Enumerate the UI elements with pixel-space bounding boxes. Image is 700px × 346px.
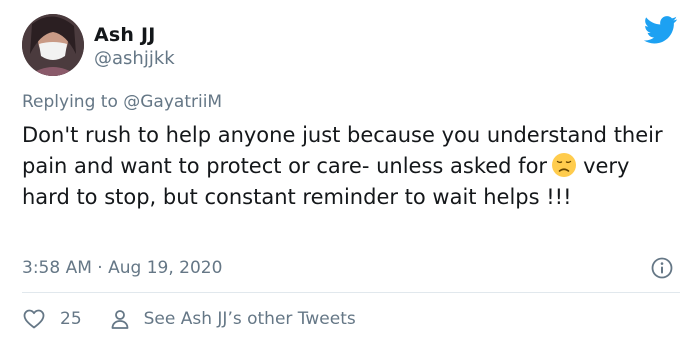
see-other-tweets-label: See Ash JJ’s other Tweets [143,309,356,329]
info-icon[interactable] [650,256,674,280]
like-count[interactable]: 25 [60,309,82,329]
person-icon [111,310,129,329]
see-other-tweets-link[interactable]: See Ash JJ’s other Tweets [108,307,356,331]
display-name[interactable]: Ash JJ [94,24,156,46]
user-handle[interactable]: @ashjjkk [94,48,175,69]
embedded-tweet: Ash JJ @ashjjkk Replying to @GayatriiM D… [0,0,700,346]
heart-icon[interactable] [22,307,46,331]
reply-mention-link[interactable]: @GayatriiM [123,92,222,112]
tweet-text: Don't rush to help anyone just because y… [22,120,682,213]
tweet-time: 3:58 AM [22,258,92,278]
avatar-image [22,14,84,76]
divider [22,292,680,293]
meta-separator: · [97,258,103,278]
avatar[interactable] [22,14,84,76]
reply-context: Replying to @GayatriiM [22,92,222,112]
reply-prefix: Replying to [22,92,118,112]
twitter-bird-icon[interactable] [644,16,678,44]
tweet-actions: 25 See Ash JJ’s other Tweets [22,306,356,332]
tweet-timestamp[interactable]: 3:58 AM · Aug 19, 2020 [22,258,222,278]
disappointed-face-icon [551,152,577,178]
tweet-date: Aug 19, 2020 [108,258,223,278]
